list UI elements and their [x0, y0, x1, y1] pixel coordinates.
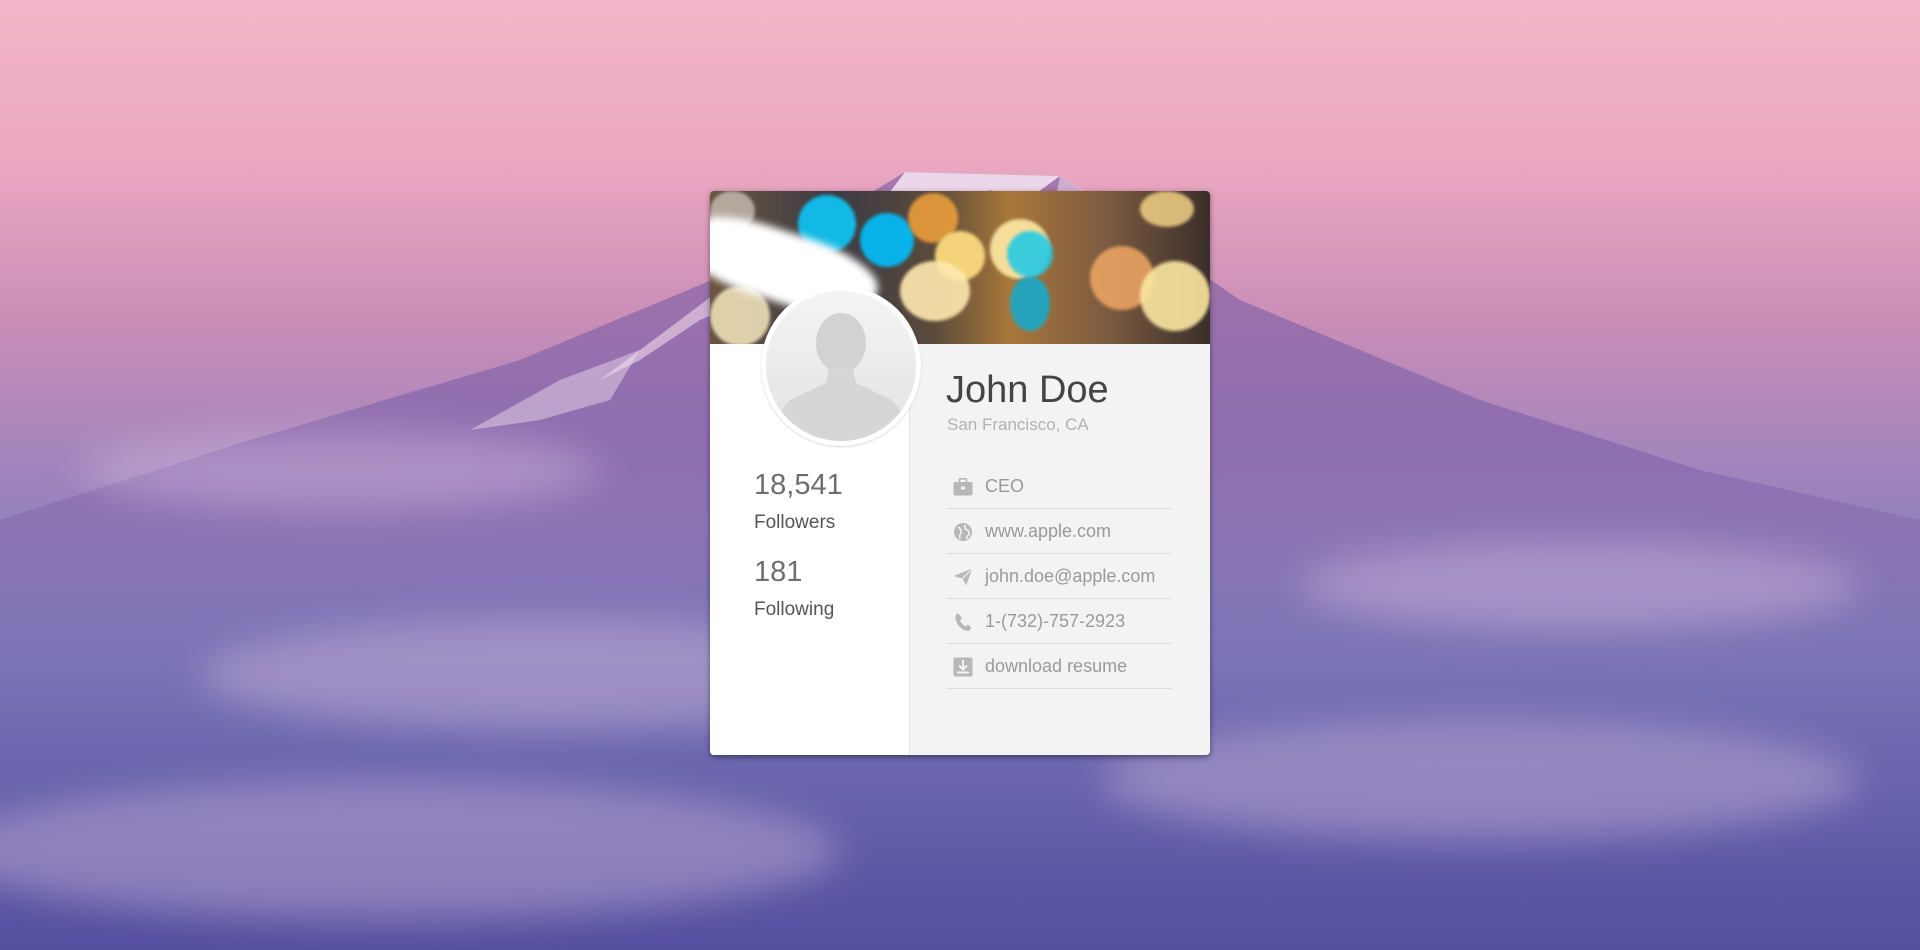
cloud — [80, 430, 600, 510]
email-link[interactable]: john.doe@apple.com — [985, 566, 1155, 587]
globe-icon — [951, 520, 975, 544]
bokeh-light — [1007, 231, 1053, 277]
download-icon — [951, 655, 975, 679]
profile-card: 18,541 Followers 181 Following John Doe … — [710, 191, 1210, 755]
info-item-email[interactable]: john.doe@apple.com — [947, 555, 1172, 599]
profile-location: San Francisco, CA — [947, 415, 1089, 434]
info-item-phone[interactable]: 1-(732)-757-2923 — [947, 600, 1172, 644]
info-item-website[interactable]: www.apple.com — [947, 510, 1172, 554]
profile-name: John Doe — [946, 369, 1109, 411]
info-item-title: CEO — [947, 465, 1172, 509]
page-background: 18,541 Followers 181 Following John Doe … — [0, 0, 1920, 950]
followers-count: 18,541 — [754, 469, 843, 501]
bokeh-light — [900, 261, 970, 321]
phone-link[interactable]: 1-(732)-757-2923 — [985, 611, 1125, 632]
cloud — [1100, 720, 1860, 840]
info-item-resume[interactable]: download resume — [947, 645, 1172, 689]
phone-icon — [951, 610, 975, 634]
briefcase-icon — [951, 475, 975, 499]
info-title-text: CEO — [985, 476, 1025, 496]
contact-info-list: CEO www.apple.com john.doe@apple.com 1-(… — [947, 465, 1172, 689]
following-count: 181 — [754, 556, 803, 588]
bokeh-light — [1140, 191, 1194, 227]
followers-label: Followers — [754, 512, 836, 533]
cloud — [1300, 540, 1860, 630]
avatar — [761, 286, 921, 446]
bokeh-light — [1140, 261, 1210, 331]
send-icon — [951, 565, 975, 589]
bokeh-light — [1010, 276, 1050, 331]
website-link[interactable]: www.apple.com — [985, 521, 1111, 542]
user-silhouette-icon — [766, 291, 916, 441]
download-resume-link[interactable]: download resume — [985, 656, 1127, 677]
bokeh-light — [860, 213, 914, 267]
following-label: Following — [754, 599, 835, 620]
